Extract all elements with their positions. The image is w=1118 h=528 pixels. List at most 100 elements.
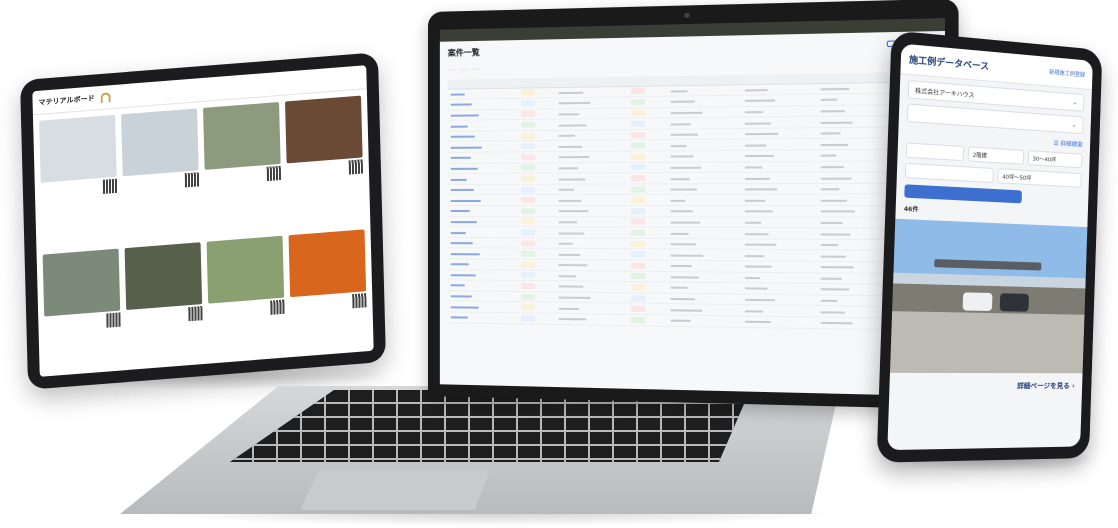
table-row[interactable] [447,194,936,206]
table-cell [555,205,629,217]
table-cell [666,282,742,294]
cell-text-placeholder [670,265,692,268]
table-cell [741,282,818,295]
material-image[interactable] [42,248,121,317]
table-cell [518,119,556,131]
table-cell [628,238,667,250]
material-image[interactable] [203,101,281,170]
project-name-cell[interactable] [447,151,519,164]
cell-text-placeholder [450,252,480,256]
layout-select[interactable] [904,162,994,183]
new-example-link[interactable]: 新規施工例登録 [1049,67,1085,78]
size-select[interactable]: 40坪〜50坪 [997,168,1082,188]
project-name-cell[interactable] [447,194,519,206]
material-card[interactable] [42,248,122,377]
detail-page-link[interactable]: 詳細ページを見る › [898,381,1075,391]
floors-select[interactable]: 2階建 [967,146,1025,165]
project-name-cell[interactable] [447,269,519,281]
project-name-cell[interactable] [447,130,519,142]
cell-text-placeholder [450,135,475,138]
filter-chip-2[interactable] [459,68,468,71]
table-cell [555,162,629,174]
table-cell [817,104,895,117]
table-cell [817,216,895,229]
status-badge [631,305,646,313]
tablet-brand[interactable]: マテリアルボード [38,93,95,107]
project-name-cell[interactable] [447,279,519,292]
table-cell [518,302,556,314]
table-cell [817,126,895,139]
search-button[interactable] [904,184,1022,204]
project-name-cell[interactable] [447,162,519,174]
project-name-cell[interactable] [447,119,519,132]
tablet-device: マテリアルボード [20,52,386,390]
table-cell [628,216,667,228]
project-name-cell[interactable] [447,248,519,260]
material-image[interactable] [121,108,199,177]
project-name-cell[interactable] [447,205,519,217]
cell-text-placeholder [820,244,838,247]
cell-text-placeholder [558,221,578,224]
qr-code-icon [188,306,203,322]
project-table [447,71,936,331]
project-name-cell[interactable] [447,216,519,227]
project-name-cell[interactable] [447,237,519,249]
status-badge [631,197,646,204]
project-name-cell[interactable] [447,311,519,324]
material-card[interactable] [285,95,364,230]
cell-text-placeholder [820,310,845,314]
cell-text-placeholder [744,243,776,246]
material-image[interactable] [124,242,203,311]
table-cell [817,194,895,206]
material-image[interactable] [39,114,117,183]
cell-text-placeholder [744,298,775,302]
material-image[interactable] [285,95,363,164]
project-name-cell[interactable] [447,184,519,195]
project-name-cell[interactable] [447,258,519,270]
status-badge [631,284,646,291]
table-cell [555,140,629,152]
table-row[interactable] [447,183,936,195]
table-cell [741,271,818,284]
material-image[interactable] [206,235,285,304]
page-title: 案件一覧 [447,47,480,58]
table-cell [628,249,667,261]
cell-text-placeholder [744,188,777,191]
material-card[interactable] [288,229,368,363]
table-row[interactable] [447,205,936,217]
material-image[interactable] [288,229,367,298]
material-card[interactable] [124,242,204,376]
table-cell [518,216,556,228]
cell-text-placeholder [558,178,586,181]
project-name-cell[interactable] [447,141,519,153]
filter-chip-3[interactable] [471,68,480,71]
project-name-cell[interactable] [447,173,519,185]
project-name-cell[interactable] [447,226,519,238]
cell-text-placeholder [558,285,584,289]
cell-text-placeholder [670,210,693,213]
filter-chip-1[interactable] [447,68,456,71]
table-cell [628,129,667,141]
carport-photo[interactable] [889,218,1088,374]
table-cell [518,173,556,185]
cell-text-placeholder [450,178,467,181]
status-badge [631,218,646,226]
price-select[interactable] [905,142,965,162]
cell-text-placeholder [744,309,763,313]
cell-text-placeholder [744,166,762,169]
status-badge [631,229,646,236]
material-card[interactable] [39,114,118,249]
status-badge [521,186,535,193]
pagination[interactable] [440,378,945,390]
material-card[interactable] [203,101,282,236]
qr-code-icon [106,312,121,328]
area-select[interactable]: 30〜40坪 [1027,150,1083,169]
table-cell [666,260,742,272]
cell-text-placeholder [820,99,837,102]
status-badge [521,250,535,257]
material-card[interactable] [206,235,286,370]
table-cell [628,118,667,130]
material-card[interactable] [121,108,200,242]
project-name-cell[interactable] [447,109,519,121]
cell-text-placeholder [744,88,768,92]
